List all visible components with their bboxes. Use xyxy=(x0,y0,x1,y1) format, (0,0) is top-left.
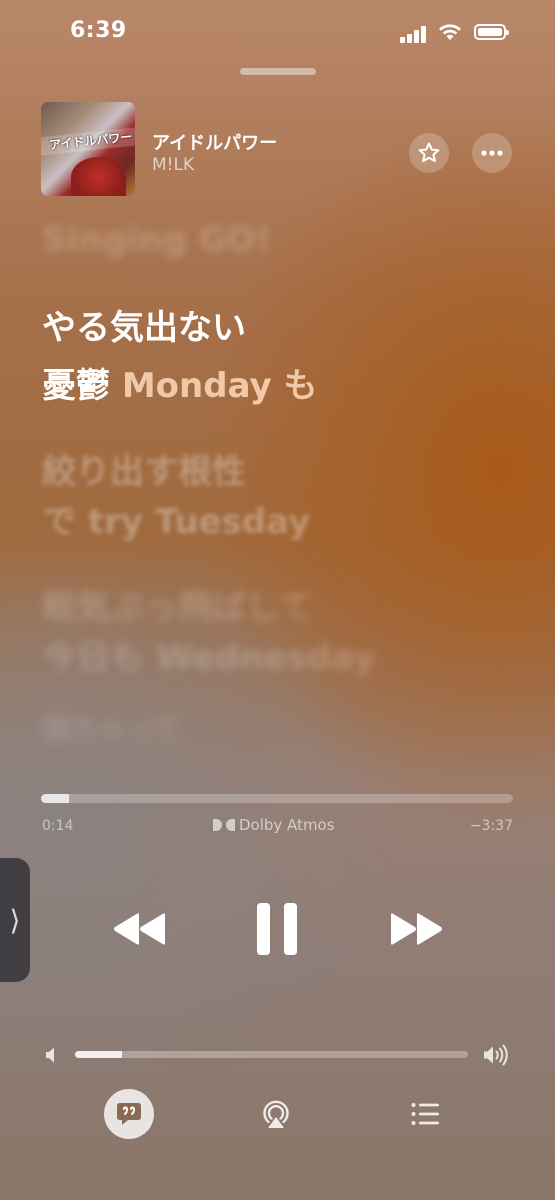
lyric-line-next-3[interactable]: 頑ちゃって xyxy=(42,708,181,748)
volume-slider[interactable] xyxy=(75,1051,468,1058)
rewind-button[interactable] xyxy=(112,911,168,947)
volume-high-icon xyxy=(484,1044,508,1066)
pause-button[interactable] xyxy=(255,902,299,956)
queue-icon xyxy=(411,1103,439,1125)
lyric-line-next-2b[interactable]: 今日も Wednesday xyxy=(42,630,375,679)
battery-icon xyxy=(474,24,509,40)
more-icon xyxy=(481,150,503,156)
volume-low-icon xyxy=(46,1047,54,1063)
dolby-icon xyxy=(213,818,235,832)
playback-progress-fill xyxy=(41,794,70,803)
chevron-right-icon: ⟩ xyxy=(9,903,21,937)
lyric-line-next-1b[interactable]: で try Tuesday xyxy=(42,494,310,543)
side-panel-handle[interactable]: ⟩ xyxy=(0,858,30,982)
volume-level-fill xyxy=(75,1051,123,1058)
wifi-icon xyxy=(439,24,461,40)
pause-icon xyxy=(257,903,297,955)
playback-scrubber[interactable] xyxy=(41,794,513,803)
remaining-time: −3:37 xyxy=(469,818,513,834)
more-button[interactable] xyxy=(472,133,512,173)
lyric-upcoming-part: Monday も xyxy=(121,366,318,406)
audio-format-label: Dolby Atmos xyxy=(239,816,335,834)
queue-button[interactable] xyxy=(411,1102,441,1126)
lyric-line-current-1[interactable]: やる気出ない xyxy=(42,300,246,349)
airplay-button[interactable] xyxy=(260,1098,292,1130)
elapsed-time: 0:14 xyxy=(42,818,74,834)
album-art[interactable]: アイドルパワー xyxy=(41,102,135,196)
airplay-icon xyxy=(263,1100,289,1128)
rewind-icon xyxy=(114,913,165,945)
fast-forward-button[interactable] xyxy=(388,911,444,947)
star-icon xyxy=(418,142,440,163)
lyric-line-previous[interactable]: Singing GO! xyxy=(42,220,271,260)
status-time: 6:39 xyxy=(70,18,127,43)
song-title[interactable]: アイドルパワー xyxy=(152,129,277,155)
lyrics-button[interactable] xyxy=(104,1089,154,1139)
cellular-signal-icon xyxy=(400,25,428,43)
audio-format-badge: Dolby Atmos xyxy=(213,816,335,834)
lyric-line-next-2a[interactable]: 眠気ぶっ飛ばして xyxy=(42,580,313,629)
song-artist[interactable]: M!LK xyxy=(152,155,194,175)
status-bar: 6:39 xyxy=(0,0,555,60)
sheet-grabber[interactable] xyxy=(240,68,316,75)
fast-forward-icon xyxy=(391,913,442,945)
lyric-line-next-1a[interactable]: 絞り出す根性 xyxy=(42,444,246,493)
favorite-button[interactable] xyxy=(409,133,449,173)
lyric-line-current-2[interactable]: 憂鬱 Monday も xyxy=(42,358,317,407)
lyrics-icon xyxy=(117,1103,141,1125)
lyric-sung-part: 憂鬱 xyxy=(42,366,122,406)
